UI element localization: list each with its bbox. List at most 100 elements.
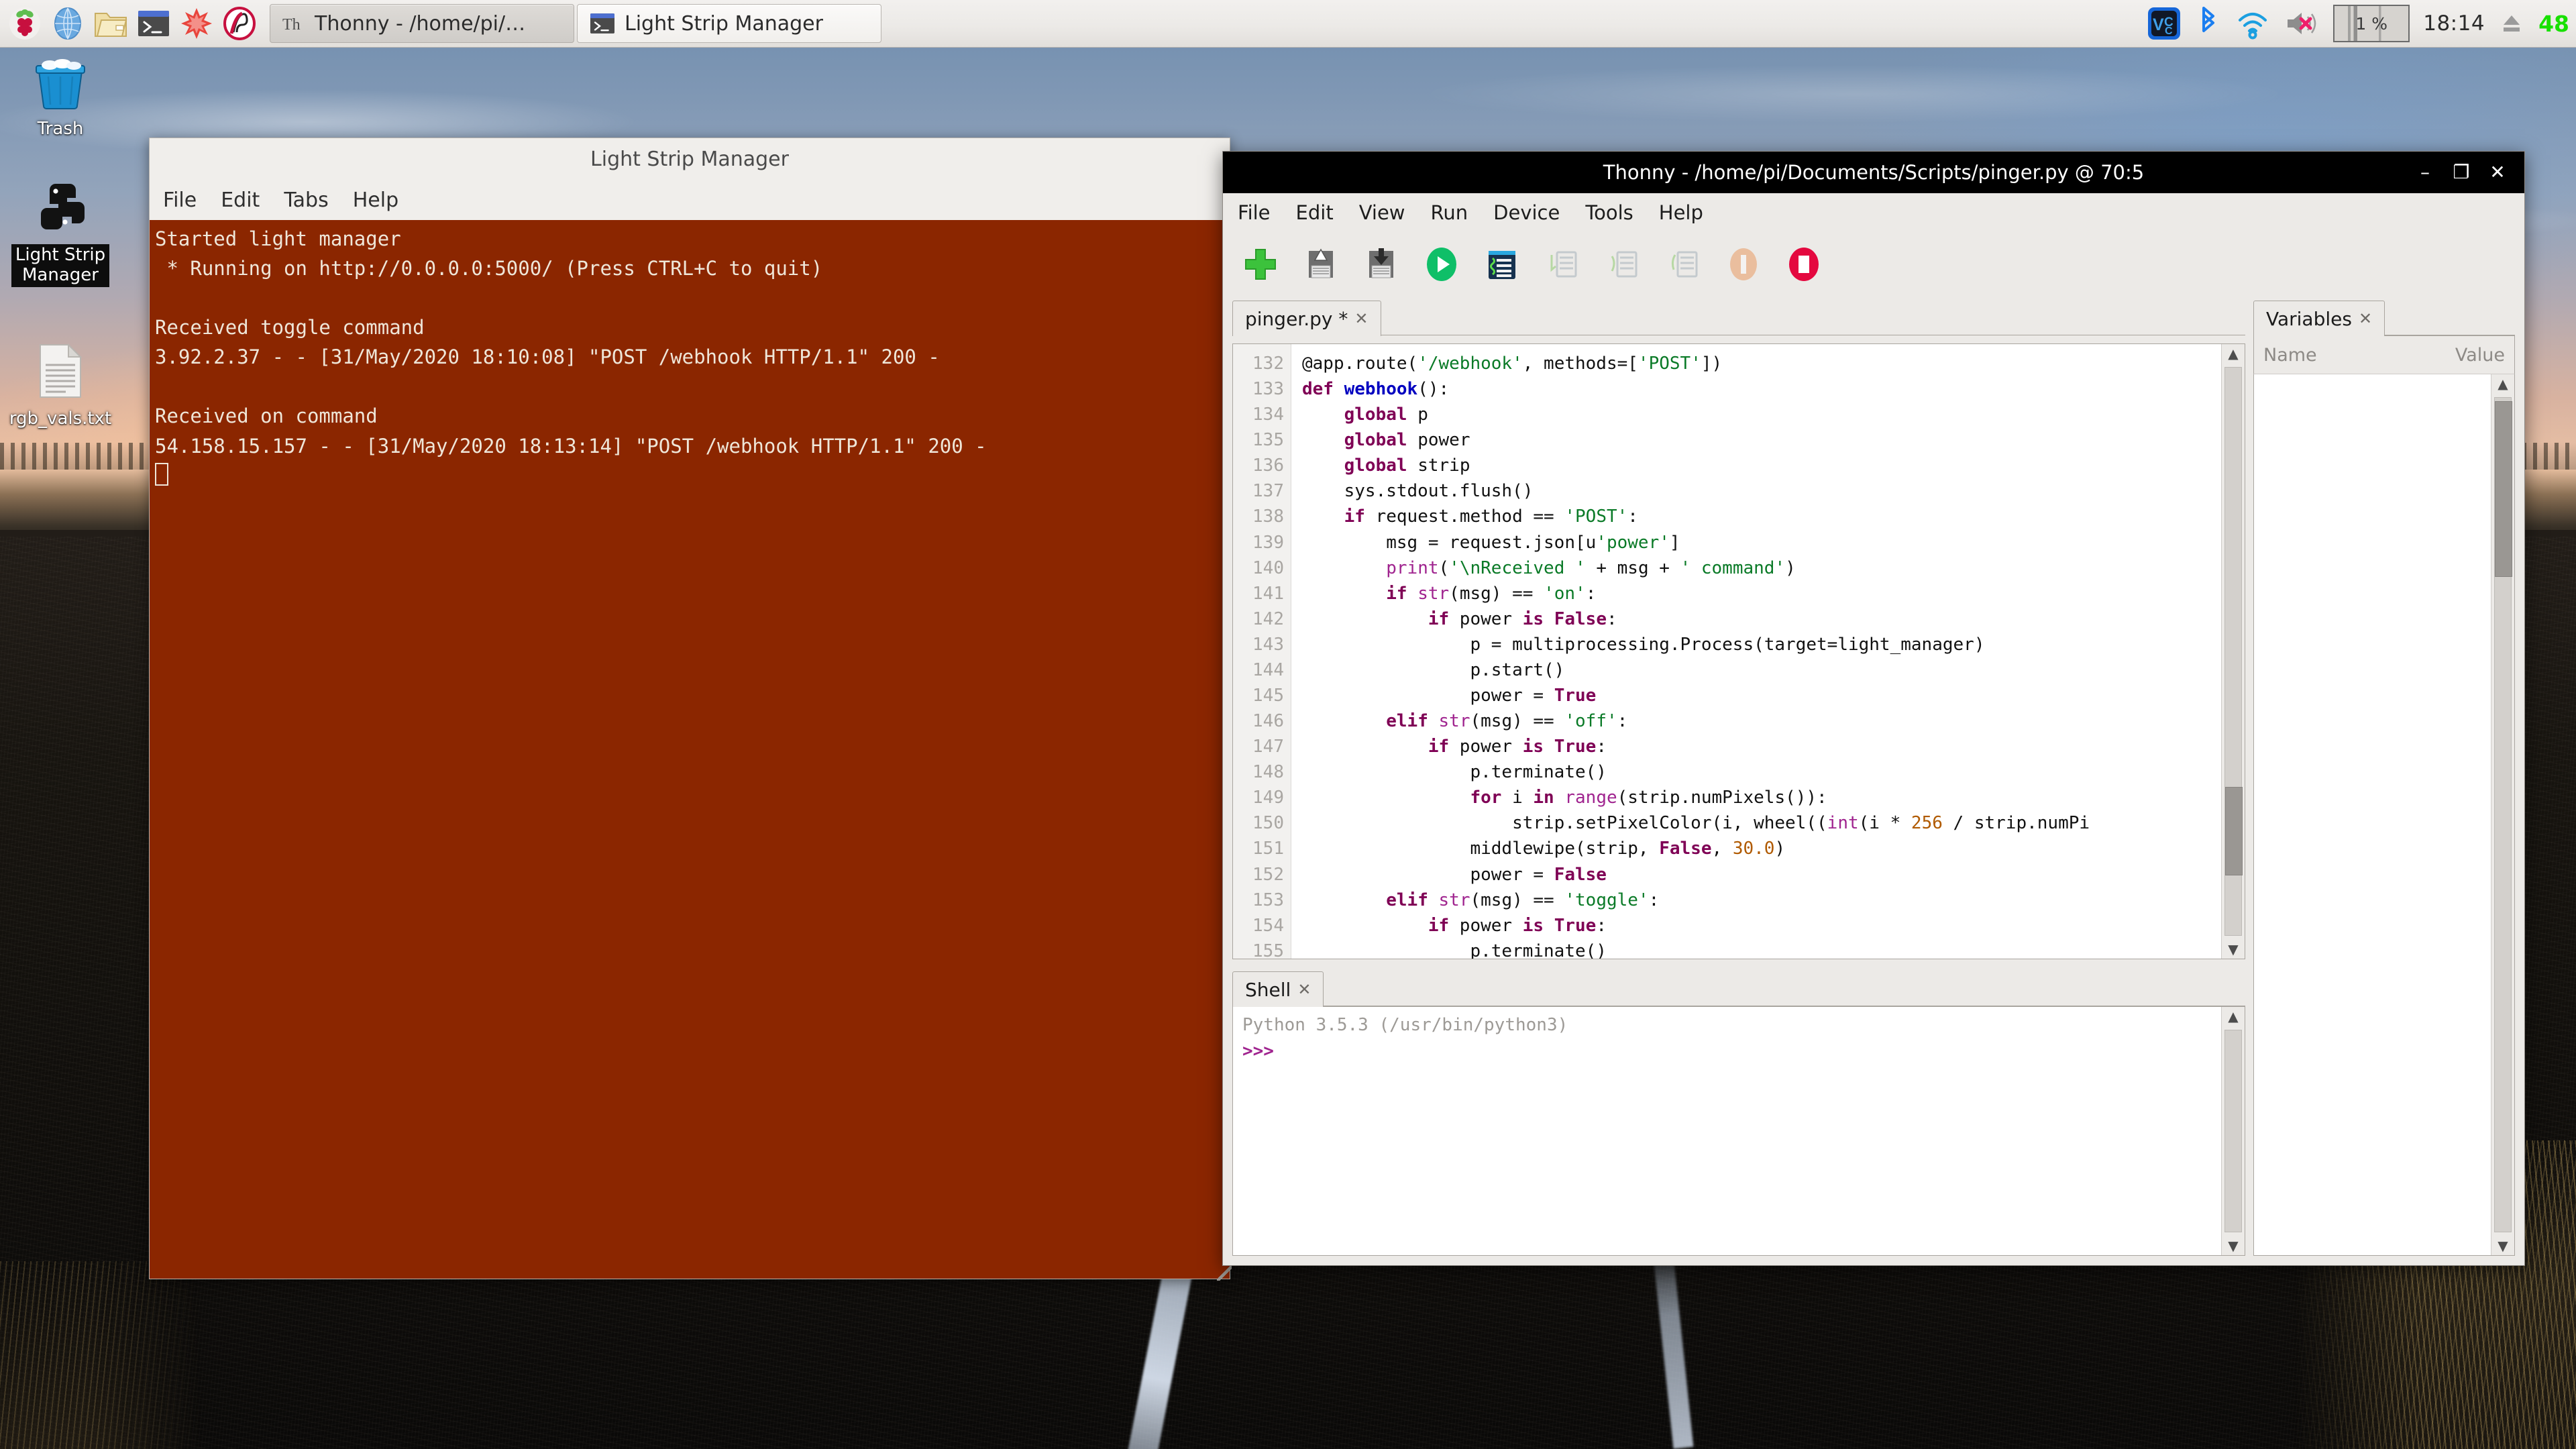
terminal-line: 3.92.2.37 - - [31/May/2020 18:10:08] "PO…	[155, 345, 940, 369]
taskbar-launchers	[0, 4, 259, 43]
trash-icon	[7, 59, 114, 115]
wolfram-icon[interactable]	[220, 4, 259, 43]
save-file-button[interactable]	[1360, 243, 1403, 286]
run-button[interactable]	[1420, 243, 1463, 286]
tab-label: pinger.py *	[1245, 307, 1348, 330]
column-header-value: Value	[2455, 344, 2505, 366]
shell-output[interactable]: Python 3.5.3 (/usr/bin/python3) >>>	[1233, 1007, 2221, 1255]
taskbar-button-light-strip-manager[interactable]: Light Strip Manager	[577, 4, 881, 43]
step-out-button	[1662, 243, 1705, 286]
thonny-menu-view[interactable]: View	[1359, 201, 1405, 224]
taskbar-button-label: Thonny - /home/pi/…	[315, 11, 526, 36]
clock[interactable]: 18:14	[2423, 11, 2485, 36]
close-icon[interactable]: ✕	[1297, 980, 1311, 999]
terminal-window[interactable]: Light Strip Manager File Edit Tabs Help …	[149, 138, 1232, 1281]
terminal-menu-edit[interactable]: Edit	[221, 189, 260, 212]
desktop-icon-trash[interactable]: Trash	[7, 59, 114, 140]
taskbar-button-thonny[interactable]: Th Thonny - /home/pi/…	[270, 4, 574, 43]
close-icon[interactable]: ✕	[1354, 309, 1368, 328]
tab-shell[interactable]: Shell ✕	[1232, 971, 1324, 1007]
mathematica-icon[interactable]	[177, 4, 216, 43]
step-into-button	[1601, 243, 1644, 286]
terminal-menu-help[interactable]: Help	[353, 189, 398, 212]
volume-muted-icon[interactable]	[2284, 7, 2320, 40]
close-icon[interactable]: ✕	[2359, 309, 2372, 328]
thonny-menu-device[interactable]: Device	[1493, 201, 1560, 224]
shell-scrollbar[interactable]: ▲ ▼	[2221, 1007, 2245, 1255]
stop-button[interactable]	[1782, 243, 1825, 286]
terminal-icon	[590, 13, 614, 34]
web-browser-icon[interactable]	[48, 4, 87, 43]
terminal-line: 54.158.15.157 - - [31/May/2020 18:13:14]…	[155, 434, 987, 458]
svg-text:C: C	[2165, 25, 2173, 37]
variables-panel: Variables ✕ Name Value ▲ ▼	[2253, 297, 2515, 1256]
svg-text:Th: Th	[282, 16, 301, 34]
step-over-button	[1541, 243, 1584, 286]
shell-console[interactable]: Python 3.5.3 (/usr/bin/python3) >>> ▲ ▼	[1232, 1006, 2245, 1256]
scroll-down-arrow[interactable]: ▼	[2228, 943, 2238, 956]
system-tray: V C C 1 % 18:14 48	[2147, 5, 2576, 42]
variables-table-header: Name Value	[2253, 335, 2515, 374]
thonny-menu-help[interactable]: Help	[1659, 201, 1703, 224]
terminal-resize-handle[interactable]	[1217, 1266, 1232, 1281]
terminal-line: Started light manager	[155, 227, 401, 250]
terminal-cursor	[155, 462, 168, 486]
minimize-button[interactable]: –	[2416, 163, 2434, 182]
thonny-menu-run[interactable]: Run	[1431, 201, 1468, 224]
desktop-icon-label: Trash	[37, 118, 84, 139]
scroll-down-arrow[interactable]: ▼	[2498, 1239, 2508, 1252]
thonny-titlebar[interactable]: Thonny - /home/pi/Documents/Scripts/ping…	[1223, 152, 2524, 193]
tabstrip-filler	[2385, 300, 2515, 335]
scrollbar-track[interactable]	[2224, 1030, 2242, 1232]
close-button[interactable]: ✕	[2488, 163, 2507, 182]
terminal-menu-file[interactable]: File	[163, 189, 197, 212]
tab-label: Variables	[2266, 307, 2352, 330]
taskbar: Th Thonny - /home/pi/… Light Strip Manag…	[0, 0, 2576, 48]
file-manager-icon[interactable]	[91, 4, 130, 43]
terminal-title: Light Strip Manager	[150, 138, 1230, 180]
code-text[interactable]: @app.route('/webhook', methods=['POST'])…	[1291, 344, 2221, 959]
thonny-menu-edit[interactable]: Edit	[1296, 201, 1334, 224]
resume-button	[1722, 243, 1765, 286]
raspberry-menu-icon[interactable]	[5, 4, 44, 43]
bluetooth-icon[interactable]	[2195, 6, 2222, 41]
variables-table-body[interactable]: ▲ ▼	[2253, 374, 2515, 1256]
scroll-up-arrow[interactable]: ▲	[2228, 1010, 2238, 1023]
thonny-menu-file[interactable]: File	[1238, 201, 1271, 224]
open-file-button[interactable]	[1299, 243, 1342, 286]
tab-pinger-py[interactable]: pinger.py * ✕	[1232, 301, 1381, 336]
terminal-line: Received toggle command	[155, 316, 425, 339]
editor-scrollbar[interactable]: ▲ ▼	[2221, 344, 2245, 959]
wifi-icon[interactable]	[2235, 7, 2270, 40]
scroll-up-arrow[interactable]: ▲	[2228, 347, 2238, 360]
terminal-icon[interactable]	[134, 4, 173, 43]
terminal-output[interactable]: Started light manager * Running on http:…	[150, 220, 1230, 1279]
cpu-monitor[interactable]: 1 %	[2333, 5, 2410, 42]
wallpaper-grass-left	[0, 1261, 201, 1449]
svg-text:V: V	[2153, 15, 2164, 34]
thonny-window[interactable]: Thonny - /home/pi/Documents/Scripts/ping…	[1222, 151, 2525, 1266]
terminal-menu-tabs[interactable]: Tabs	[284, 189, 328, 212]
scrollbar-thumb[interactable]	[2495, 401, 2512, 577]
debug-button[interactable]	[1481, 243, 1523, 286]
variables-scrollbar[interactable]: ▲ ▼	[2491, 374, 2514, 1255]
scroll-down-arrow[interactable]: ▼	[2228, 1239, 2238, 1252]
scroll-up-arrow[interactable]: ▲	[2498, 377, 2508, 390]
shell-panel: Shell ✕ Python 3.5.3 (/usr/bin/python3) …	[1232, 967, 2245, 1256]
desktop-icon-rgb-vals-txt[interactable]: rgb_vals.txt	[7, 342, 114, 429]
eject-icon[interactable]	[2498, 9, 2525, 38]
vnc-icon[interactable]: V C C	[2147, 6, 2182, 41]
taskbar-window-list: Th Thonny - /home/pi/… Light Strip Manag…	[270, 4, 881, 43]
desktop-icon-light-strip-manager[interactable]: Light Strip Manager	[7, 180, 114, 287]
scrollbar-thumb[interactable]	[2225, 787, 2243, 875]
terminal-line: * Running on http://0.0.0.0:5000/ (Press…	[155, 257, 823, 280]
tab-variables[interactable]: Variables ✕	[2253, 301, 2385, 336]
maximize-button[interactable]: ❐	[2452, 163, 2471, 182]
new-file-button[interactable]	[1239, 243, 1282, 286]
thonny-menu-tools[interactable]: Tools	[1585, 201, 1633, 224]
desktop-icon-label: Light Strip Manager	[11, 244, 110, 287]
shell-tabstrip: Shell ✕	[1232, 967, 2245, 1007]
code-editor[interactable]: 132 133 134 135 136 137 138 139 140 141 …	[1232, 343, 2245, 959]
line-number-gutter: 132 133 134 135 136 137 138 139 140 141 …	[1233, 344, 1291, 959]
tabstrip-filler	[1324, 971, 2245, 1006]
